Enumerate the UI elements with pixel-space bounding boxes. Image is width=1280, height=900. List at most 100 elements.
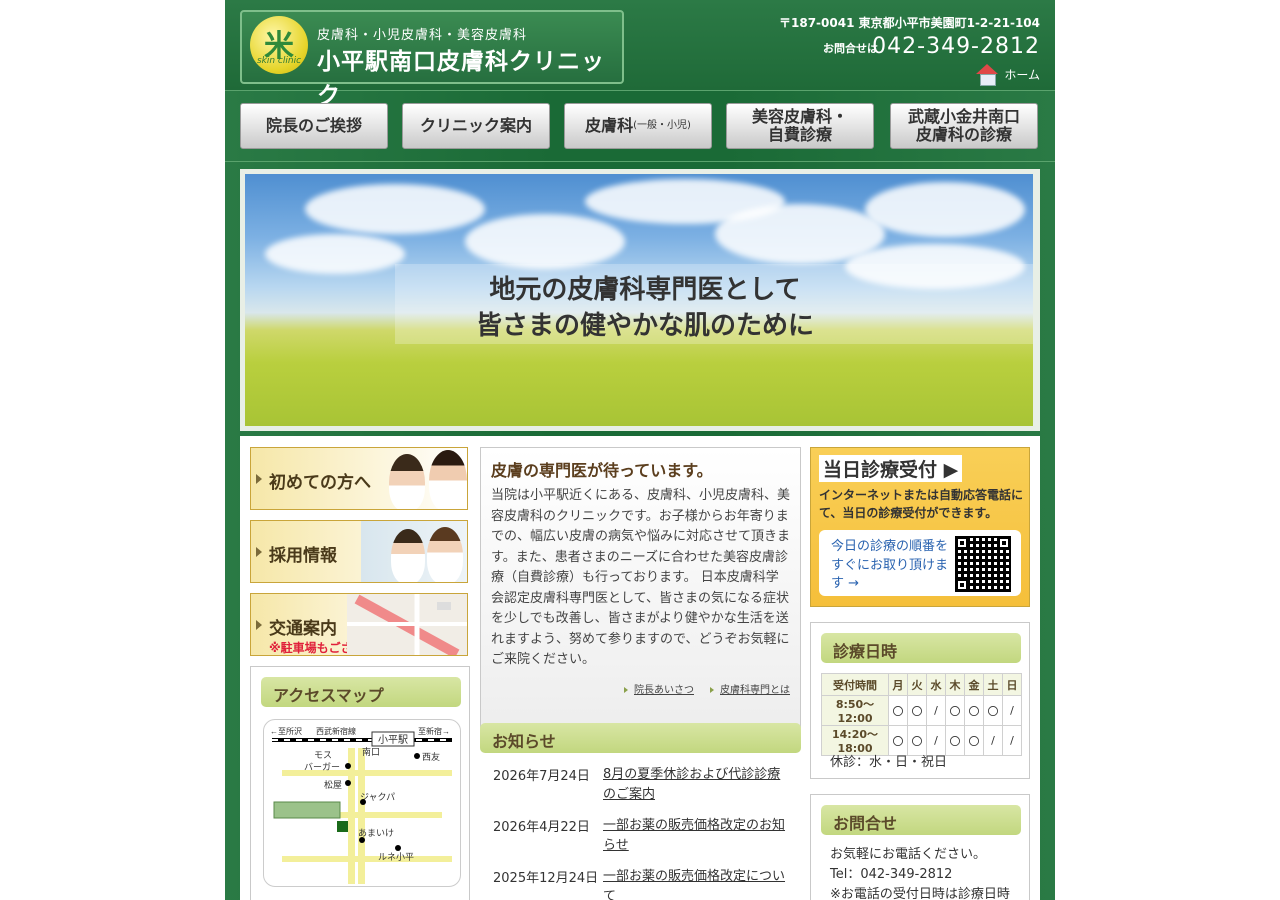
hero-catchphrase: 地元の皮膚科専門医として 皆さまの健やかな肌のために — [445, 272, 845, 344]
hours-cell: 〇 — [964, 725, 984, 756]
access-map-heading: アクセスマップ — [261, 677, 461, 707]
nav-dermatology-label: 皮膚科 — [585, 115, 634, 135]
nav-cosmetic[interactable]: 美容皮膚科・ 自費診療 — [726, 103, 874, 149]
hours-cell: 〇 — [964, 695, 984, 726]
woman-photo — [389, 454, 425, 509]
nav-musashi-koganei[interactable]: 武蔵小金井南口 皮膚科の診療 — [890, 103, 1038, 149]
nav-musashi-koganei-label: 武蔵小金井南口 — [907, 106, 1020, 126]
nav-greeting[interactable]: 院長のご挨拶 — [240, 103, 388, 149]
news-link[interactable]: 一部お薬の販売価格改定について — [603, 867, 793, 900]
nav-cosmetic-label: 美容皮膚科・ — [751, 106, 848, 126]
nurse-photo — [427, 527, 463, 582]
map-line-name: 西武新宿線 — [316, 726, 356, 736]
hero-line-1: 地元の皮膚科専門医として — [489, 275, 801, 305]
logo-mark-text: skin clinic — [256, 56, 302, 66]
nav-greeting-label: 院長のご挨拶 — [265, 115, 362, 135]
hours-header-cell: 土 — [983, 673, 1003, 696]
same-day-reception-banner[interactable]: 当日診療受付 ▶ インターネットまたは自動応答電話にて、当日の診療受付ができます… — [810, 447, 1030, 607]
arrow-right-icon — [256, 620, 262, 630]
nav-dermatology-sub: (一般・小児) — [633, 120, 691, 132]
greeting-link-label: 院長あいさつ — [634, 685, 694, 696]
news-date: 2026年4月22日 — [493, 820, 590, 835]
news-item: 2025年12月24日 一部お薬の販売価格改定について — [480, 865, 801, 900]
news-item: 2026年4月22日 一部お薬の販売価格改定のお知らせ — [480, 814, 801, 865]
hero-image: 地元の皮膚科専門医として 皆さまの健やかな肌のために — [245, 174, 1033, 426]
nav-musashi-koganei-label2: 皮膚科の診療 — [915, 125, 1012, 144]
hours-box: 診療日時 受付時間 月 火 水 木 金 土 日 8:50～12:00 〇 〇 /… — [810, 622, 1030, 779]
left-column: 初めての方へ 採用情報 交通案内 ※駐車場もございます アクセスマップ ←至所沢… — [250, 447, 470, 900]
access-map[interactable]: ←至所沢 西武新宿線 至新宿→ 小平駅 南口 モス バーガー 松屋 西友 ジャク… — [263, 719, 461, 887]
news-title: お知らせ — [492, 732, 556, 751]
map-amaike: あまいけ — [358, 828, 394, 838]
hours-header-cell: 金 — [964, 673, 984, 696]
map-south-exit: 南口 — [362, 746, 380, 757]
logo-mark-icon: 米 skin clinic — [250, 16, 308, 74]
map-to-tokorozawa: ←至所沢 — [270, 726, 302, 736]
nav-clinic-info[interactable]: クリニック案内 — [402, 103, 550, 149]
map-seiyu: 西友 — [422, 751, 440, 762]
specialist-link-label: 皮膚科専門とは — [720, 685, 790, 696]
hours-cell: 〇 — [907, 695, 927, 726]
hours-header-cell: 火 — [907, 673, 927, 696]
contact-line-3: ※お電話の受付日時は診療日時 — [830, 887, 1010, 900]
hours-header-cell: 日 — [1002, 673, 1022, 696]
logo-subtitle: 皮膚科・小児皮膚科・美容皮膚科 — [317, 28, 528, 43]
access-map-title: アクセスマップ — [273, 686, 384, 705]
intro-title: 皮膚の専門医が待っています。 — [491, 461, 713, 480]
access-map-box: アクセスマップ ←至所沢 西武新宿線 至新宿→ 小平駅 南口 モス バーガー 松… — [250, 666, 470, 900]
hero-banner: 地元の皮膚科専門医として 皆さまの健やかな肌のために — [240, 169, 1040, 431]
specialist-link[interactable]: 皮膚科専門とは — [710, 681, 790, 696]
first-visit-label: 初めての方へ — [269, 473, 371, 493]
map-station: 小平駅 — [378, 734, 408, 746]
hours-header-cell: 受付時間 — [821, 673, 889, 696]
nav-clinic-info-label: クリニック案内 — [419, 115, 532, 135]
same-day-title: 当日診療受付 ▶ — [819, 455, 963, 482]
triangle-icon — [710, 687, 714, 693]
main-content: 初めての方へ 採用情報 交通案内 ※駐車場もございます アクセスマップ ←至所沢… — [240, 436, 1040, 900]
contact-body: お気軽にお電話ください。 Tel：042-349-2812 ※お電話の受付日時は… — [830, 845, 1025, 900]
hours-cell: 〇 — [983, 695, 1003, 726]
map-lune: ルネ小平 — [378, 852, 414, 862]
contact-heading: お問合せ — [821, 805, 1021, 835]
contact-title: お問合せ — [833, 814, 898, 833]
clinic-logo[interactable]: 米 skin clinic 皮膚科・小児皮膚科・美容皮膚科 小平駅南口皮膚科クリ… — [240, 10, 624, 109]
doctor-photo — [391, 529, 425, 582]
hours-header-cell: 水 — [926, 673, 946, 696]
header: 米 skin clinic 皮膚科・小児皮膚科・美容皮膚科 小平駅南口皮膚科クリ… — [225, 0, 1055, 109]
nav-dermatology[interactable]: 皮膚科 (一般・小児) — [564, 103, 712, 149]
same-day-description: インターネットまたは自動応答電話にて、当日の診療受付ができます。 — [819, 488, 1024, 520]
greeting-link[interactable]: 院長あいさつ — [624, 681, 694, 696]
intro-body: 当院は小平駅近くにある、皮膚科、小児皮膚科、美容皮膚科のクリニックです。お子様か… — [491, 488, 791, 667]
center-column: 皮膚の専門医が待っています。 当院は小平駅近くにある、皮膚科、小児皮膚科、美容皮… — [480, 447, 801, 900]
house-icon — [976, 64, 999, 86]
access-banner[interactable]: 交通案内 ※駐車場もございます — [250, 593, 468, 656]
recruit-label: 採用情報 — [269, 546, 337, 566]
news-link[interactable]: 8月の夏季休診および代診診療のご案内 — [603, 765, 793, 805]
site-container: 米 skin clinic 皮膚科・小児皮膚科・美容皮膚科 小平駅南口 皮膚科 クリ… — [225, 0, 1055, 900]
map-mos-2: バーガー — [304, 762, 340, 772]
tel-label: お問合せは — [823, 42, 878, 55]
access-label: 交通案内 — [269, 619, 337, 639]
news-link[interactable]: 一部お薬の販売価格改定のお知らせ — [603, 816, 793, 856]
map-mos: モス — [314, 750, 332, 760]
same-day-card[interactable]: 今日の診療の順番をすぐにお取り頂けます → — [819, 530, 1021, 596]
first-visit-banner[interactable]: 初めての方へ — [250, 447, 468, 510]
map-to-shinjuku: 至新宿→ — [418, 726, 450, 736]
news-date: 2025年12月24日 — [493, 871, 599, 886]
home-link[interactable]: ホーム — [976, 64, 1040, 86]
news-list: 2026年7月24日 8月の夏季休診および代診診療のご案内 2026年4月22日… — [480, 763, 801, 900]
map-matsuya: 松屋 — [324, 779, 342, 790]
nav-cosmetic-label2: 自費診療 — [767, 125, 832, 144]
main-nav: 院長のご挨拶 クリニック案内 皮膚科 (一般・小児) 美容皮膚科・ 自費診療 武蔵… — [225, 91, 1055, 162]
recruit-banner[interactable]: 採用情報 — [250, 520, 468, 583]
route-map-thumbnail — [347, 594, 467, 655]
hours-cell: / — [1002, 725, 1022, 756]
hours-row: 8:50～12:00 〇 〇 / 〇 〇 〇 / — [821, 695, 1022, 726]
hours-cell: / — [983, 725, 1003, 756]
hours-heading: 診療日時 — [821, 633, 1021, 663]
contact-line-1: お気軽にお電話ください。 — [830, 847, 987, 862]
hours-cell: / — [926, 695, 946, 726]
man-photo — [429, 450, 467, 509]
hours-header-cell: 月 — [888, 673, 908, 696]
same-day-card-text: 今日の診療の順番をすぐにお取り頂けます → — [831, 539, 949, 591]
